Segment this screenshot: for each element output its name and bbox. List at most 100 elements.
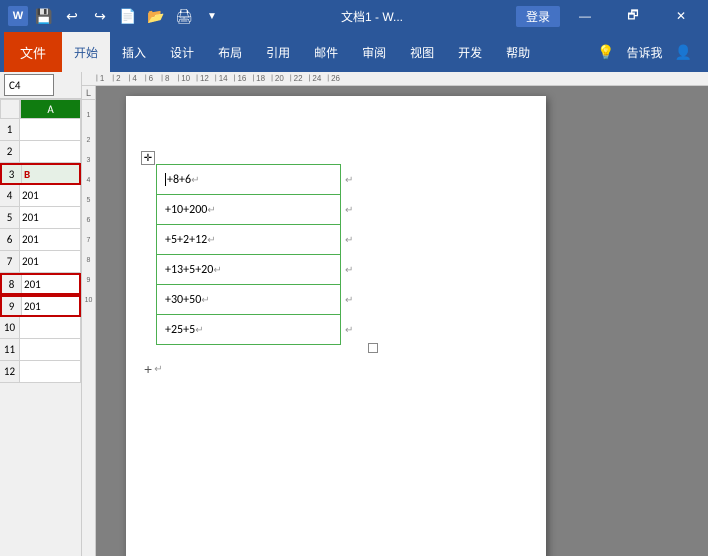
save-button[interactable]: 💾: [32, 4, 56, 28]
row-7: 7 201: [0, 251, 81, 273]
para-mark-3: ↵: [207, 233, 215, 246]
para-mark-out-3: ↵: [345, 233, 353, 246]
column-A-header[interactable]: A: [20, 99, 81, 119]
ruler-vertical: L 1 2 3 4 5 6 7 8 9 10: [82, 86, 96, 556]
tab-references[interactable]: 引用: [254, 32, 302, 72]
para-mark-1: ↵: [191, 173, 199, 186]
tab-start[interactable]: 开始: [62, 32, 110, 72]
row-num-11: 11: [0, 339, 20, 360]
add-row-icon[interactable]: +: [144, 361, 152, 377]
table-resize-handle[interactable]: [368, 343, 378, 353]
table-cell-6-1[interactable]: +25+5↵: [157, 315, 341, 345]
login-button[interactable]: 登录: [516, 6, 560, 27]
quick-access-dropdown[interactable]: ▼: [200, 4, 224, 28]
redo-button[interactable]: ↪: [88, 4, 112, 28]
row-9: 9 201: [0, 295, 81, 317]
title-bar: W 💾 ↩ ↪ 📄 📂 🖨 ▼ 文档1 - W... 登录 — 🗗 ✕: [0, 0, 708, 32]
user-icon[interactable]: 👤: [671, 40, 696, 65]
tab-design[interactable]: 设计: [158, 32, 206, 72]
tab-insert[interactable]: 插入: [110, 32, 158, 72]
page-background: ✛ +8+6↵ ↵ +10+200↵: [96, 86, 708, 556]
tab-developer[interactable]: 开发: [446, 32, 494, 72]
tab-view[interactable]: 视图: [398, 32, 446, 72]
para-mark-out-5: ↵: [345, 293, 353, 306]
para-mark-6: ↵: [195, 323, 203, 336]
para-mark-out-4: ↵: [345, 263, 353, 276]
cell-A2[interactable]: [20, 141, 81, 162]
table-cell-2-2: ↵: [341, 195, 366, 225]
table-cell-4-2: ↵: [341, 255, 366, 285]
file-tab[interactable]: 文件: [4, 32, 62, 72]
table-cell-5-1[interactable]: +30+50↵: [157, 285, 341, 315]
cell-A9[interactable]: 201: [22, 297, 79, 315]
tab-layout[interactable]: 布局: [206, 32, 254, 72]
table-cell-3-2: ↵: [341, 225, 366, 255]
tab-review[interactable]: 审阅: [350, 32, 398, 72]
row-5: 5 201: [0, 207, 81, 229]
document-title: 文档1 - W...: [232, 8, 512, 25]
tab-help[interactable]: 帮助: [494, 32, 542, 72]
close-button[interactable]: ✕: [658, 0, 704, 32]
cell-A4[interactable]: 201: [20, 185, 81, 206]
cell-A12[interactable]: [20, 361, 81, 382]
bulb-icon: 💡: [593, 40, 618, 65]
cell-A7[interactable]: 201: [20, 251, 81, 272]
row-num-12: 12: [0, 361, 20, 382]
cell-A11[interactable]: [20, 339, 81, 360]
para-mark-below: ↵: [154, 364, 162, 375]
document-area: | 1 | 2 | 4 | 6 | 8 | 10 | 12 | 14 | 16 …: [82, 72, 708, 556]
cell-A5[interactable]: 201: [20, 207, 81, 228]
table-row-1: +8+6↵ ↵: [157, 165, 366, 195]
cell-A8[interactable]: 201: [22, 275, 79, 293]
table-cell-1-2: ↵: [341, 165, 366, 195]
ribbon-right: 💡 告诉我 👤: [593, 40, 704, 65]
row-10: 10: [0, 317, 81, 339]
below-table-row: + ↵: [144, 361, 163, 377]
cell-A6[interactable]: 201: [20, 229, 81, 250]
row-num-2: 2: [0, 141, 20, 162]
cell-text-6: +25+5: [165, 323, 195, 337]
table-row-4: +13+5+20↵ ↵: [157, 255, 366, 285]
tell-me-label[interactable]: 告诉我: [627, 44, 663, 61]
table-move-handle[interactable]: ✛: [141, 151, 155, 165]
cell-text-3: +5+2+12: [165, 233, 207, 247]
table-cell-5-2: ↵: [341, 285, 366, 315]
cell-text-4: +13+5+20: [165, 263, 213, 277]
table-cell-1-1[interactable]: +8+6↵: [157, 165, 341, 195]
table-cell-4-1[interactable]: +13+5+20↵: [157, 255, 341, 285]
cell-A10[interactable]: [20, 317, 81, 338]
row-6: 6 201: [0, 229, 81, 251]
row-num-7: 7: [0, 251, 20, 272]
cell-reference-box[interactable]: C4: [4, 74, 54, 96]
minimize-button[interactable]: —: [562, 0, 608, 32]
restore-button[interactable]: 🗗: [610, 0, 656, 32]
para-mark-out-1: ↵: [345, 173, 353, 186]
open-button[interactable]: 📂: [144, 4, 168, 28]
row-num-10: 10: [0, 317, 20, 338]
word-page[interactable]: ✛ +8+6↵ ↵ +10+200↵: [126, 96, 546, 556]
table-cell-2-1[interactable]: +10+200↵: [157, 195, 341, 225]
row-1: 1: [0, 119, 81, 141]
title-bar-left: W 💾 ↩ ↪ 📄 📂 🖨 ▼: [0, 4, 232, 28]
row-headers: 1 2 3 B 4 201 5 201 6 201: [0, 119, 81, 383]
ribbon-tabs: 开始 插入 设计 布局 引用 邮件 审阅 视图 开发 帮助: [62, 32, 593, 72]
table-cell-6-2: ↵: [341, 315, 366, 345]
main-area: C4 A 1 2 3 B 4 201 5 2: [0, 72, 708, 556]
new-doc-button[interactable]: 📄: [116, 4, 140, 28]
cell-text-2: +10+200: [165, 203, 207, 217]
cell-A3[interactable]: B: [22, 165, 79, 183]
ruler-horizontal: | 1 | 2 | 4 | 6 | 8 | 10 | 12 | 14 | 16 …: [82, 72, 708, 86]
ribbon: 文件 开始 插入 设计 布局 引用 邮件 审阅 视图 开发 帮助 💡 告诉我 👤: [0, 32, 708, 72]
table-cell-3-1[interactable]: +5+2+12↵: [157, 225, 341, 255]
para-mark-2: ↵: [207, 203, 215, 216]
row-num-5: 5: [0, 207, 20, 228]
print-button[interactable]: 🖨: [172, 4, 196, 28]
column-header: A: [0, 99, 81, 119]
cell-A1[interactable]: [20, 119, 81, 140]
row-num-9: 9: [2, 297, 22, 315]
word-table-container: +8+6↵ ↵ +10+200↵ ↵ +5+2+12↵: [156, 164, 396, 345]
para-mark-out-2: ↵: [345, 203, 353, 216]
title-bar-right: 登录 — 🗗 ✕: [512, 0, 708, 32]
undo-button[interactable]: ↩: [60, 4, 84, 28]
tab-mailings[interactable]: 邮件: [302, 32, 350, 72]
